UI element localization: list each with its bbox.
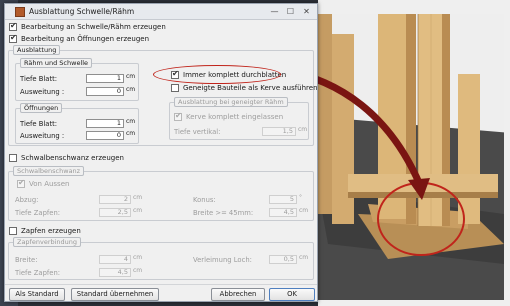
button-divider: [5, 284, 317, 285]
unit-label: cm: [133, 194, 143, 201]
zapfenverbindung-group: Zapfenverbindung Breite: 4 cm Verleimung…: [8, 237, 314, 280]
oeffnungen-group: Öffnungen Tiefe Blatt: 1 cm Ausweitung :…: [15, 103, 139, 144]
ok-button[interactable]: OK: [269, 288, 315, 301]
checkbox-label: Schwalbenschwanz erzeugen: [21, 154, 124, 162]
ausweitung-input[interactable]: 0: [86, 87, 124, 96]
schwalbenschwanz-group: Schwalbenschwanz Von Aussen Abzug: 2 cm …: [8, 166, 314, 221]
standard-uebernehmen-button[interactable]: Standard übernehmen: [71, 288, 159, 301]
checkbox-label: Geneigte Bauteile als Kerve ausführen: [183, 84, 318, 92]
checkbox-label: Zapfen erzeugen: [21, 227, 81, 235]
unit-label: °: [299, 194, 302, 201]
checkbox-box[interactable]: [171, 84, 179, 92]
checkbox-label: Bearbeitung an Schwelle/Rähm erzeugen: [21, 23, 166, 31]
unit-label: cm: [133, 207, 143, 214]
app-icon: [15, 6, 25, 17]
schwalbenschwanz-checkbox[interactable]: Schwalbenschwanz erzeugen: [9, 154, 124, 162]
checkbox-label: Bearbeitung an Öffnungen erzeugen: [21, 35, 150, 43]
tiefe-vertikal-label: Tiefe vertikal:: [174, 128, 221, 136]
breite-input[interactable]: 4,5: [269, 208, 297, 217]
checkbox-box[interactable]: [9, 33, 17, 43]
unit-label: cm: [126, 86, 136, 93]
ausweitung-label: Ausweitung :: [20, 132, 65, 140]
geneigte-bauteile-checkbox[interactable]: Geneigte Bauteile als Kerve ausführen: [171, 84, 318, 92]
tiefe-blatt-input[interactable]: 1: [86, 119, 124, 128]
abbrechen-button[interactable]: Abbrechen: [211, 288, 265, 301]
unit-label: cm: [299, 254, 309, 261]
checkbox-label: Kerve komplett eingelassen: [186, 113, 284, 121]
bearbeitung-oeffnungen-checkbox[interactable]: Bearbeitung an Öffnungen erzeugen: [9, 33, 150, 43]
als-standard-button[interactable]: Als Standard: [9, 288, 65, 301]
highlight-ellipse: [153, 65, 281, 84]
checkbox-box[interactable]: [9, 227, 17, 235]
unit-label: cm: [133, 254, 143, 261]
checkbox-label: Von Aussen: [29, 180, 70, 188]
unit-label: cm: [126, 130, 136, 137]
unit-label: cm: [299, 207, 309, 214]
group-title: Zapfenverbindung: [13, 237, 82, 247]
ausblattung-group: Ausblattung Rähm und Schwelle Tiefe Blat…: [8, 45, 318, 146]
dialog-window: Ausblattung Schwelle/Rähm — ☐ ✕ Bearbeit…: [4, 3, 318, 302]
group-title: Rähm und Schwelle: [20, 58, 93, 68]
window-title: Ausblattung Schwelle/Rähm: [29, 7, 135, 16]
bearbeitung-schwelle-checkbox[interactable]: Bearbeitung an Schwelle/Rähm erzeugen: [9, 21, 166, 31]
tiefe-zapfen-input[interactable]: 4,5: [99, 268, 131, 277]
group-title: Öffnungen: [20, 103, 63, 113]
tiefe-zapfen-input[interactable]: 2,5: [99, 208, 131, 217]
breite-label: Breite >= 45mm:: [193, 209, 254, 217]
group-title: Ausblattung: [13, 45, 61, 55]
konus-label: Konus:: [193, 196, 216, 204]
tiefe-blatt-label: Tiefe Blatt:: [20, 75, 58, 83]
minimize-button[interactable]: —: [268, 7, 281, 17]
checkbox-box[interactable]: [174, 111, 182, 121]
unit-label: cm: [298, 126, 308, 133]
von-aussen-checkbox[interactable]: Von Aussen: [17, 178, 70, 188]
checkbox-box[interactable]: [9, 21, 17, 31]
breite-input[interactable]: 4: [99, 255, 131, 264]
kerve-komplett-checkbox[interactable]: Kerve komplett eingelassen: [174, 111, 284, 121]
maximize-button[interactable]: ☐: [284, 7, 297, 17]
konus-input[interactable]: 5: [269, 195, 297, 204]
tiefe-zapfen-label: Tiefe Zapfen:: [15, 269, 61, 277]
verleimung-loch-input[interactable]: 0,5: [269, 255, 297, 264]
ausweitung-label: Ausweitung :: [20, 88, 65, 96]
group-title: Ausblattung bei geneigter Rähm: [174, 97, 288, 107]
unit-label: cm: [133, 267, 143, 274]
tiefe-blatt-input[interactable]: 1: [86, 74, 124, 83]
ausweitung-input[interactable]: 0: [86, 131, 124, 140]
timber-frame-drawing: [318, 14, 504, 264]
checkbox-box[interactable]: [17, 178, 25, 188]
verleimung-loch-label: Verleimung Loch:: [193, 256, 252, 264]
abzug-input[interactable]: 2: [99, 195, 131, 204]
tiefe-zapfen-label: Tiefe Zapfen:: [15, 209, 61, 217]
geneigter-raehm-group: Ausblattung bei geneigter Rähm Kerve kom…: [169, 97, 309, 140]
raehm-schwelle-group: Rähm und Schwelle Tiefe Blatt: 1 cm Ausw…: [15, 58, 139, 101]
tiefe-vertikal-input[interactable]: 1,5: [262, 127, 296, 136]
unit-label: cm: [126, 118, 136, 125]
group-title: Schwalbenschwanz: [13, 166, 85, 176]
timber-frame-illustration: [318, 14, 504, 300]
tiefe-blatt-label: Tiefe Blatt:: [20, 120, 58, 128]
zapfen-checkbox[interactable]: Zapfen erzeugen: [9, 227, 81, 235]
unit-label: cm: [126, 73, 136, 80]
title-bar: Ausblattung Schwelle/Rähm — ☐ ✕: [5, 4, 317, 20]
abzug-label: Abzug:: [15, 196, 39, 204]
breite-label: Breite:: [15, 256, 38, 264]
screen: Ausblattung Schwelle/Rähm — ☐ ✕ Bearbeit…: [0, 0, 510, 306]
close-button[interactable]: ✕: [300, 7, 313, 17]
checkbox-box[interactable]: [9, 154, 17, 162]
